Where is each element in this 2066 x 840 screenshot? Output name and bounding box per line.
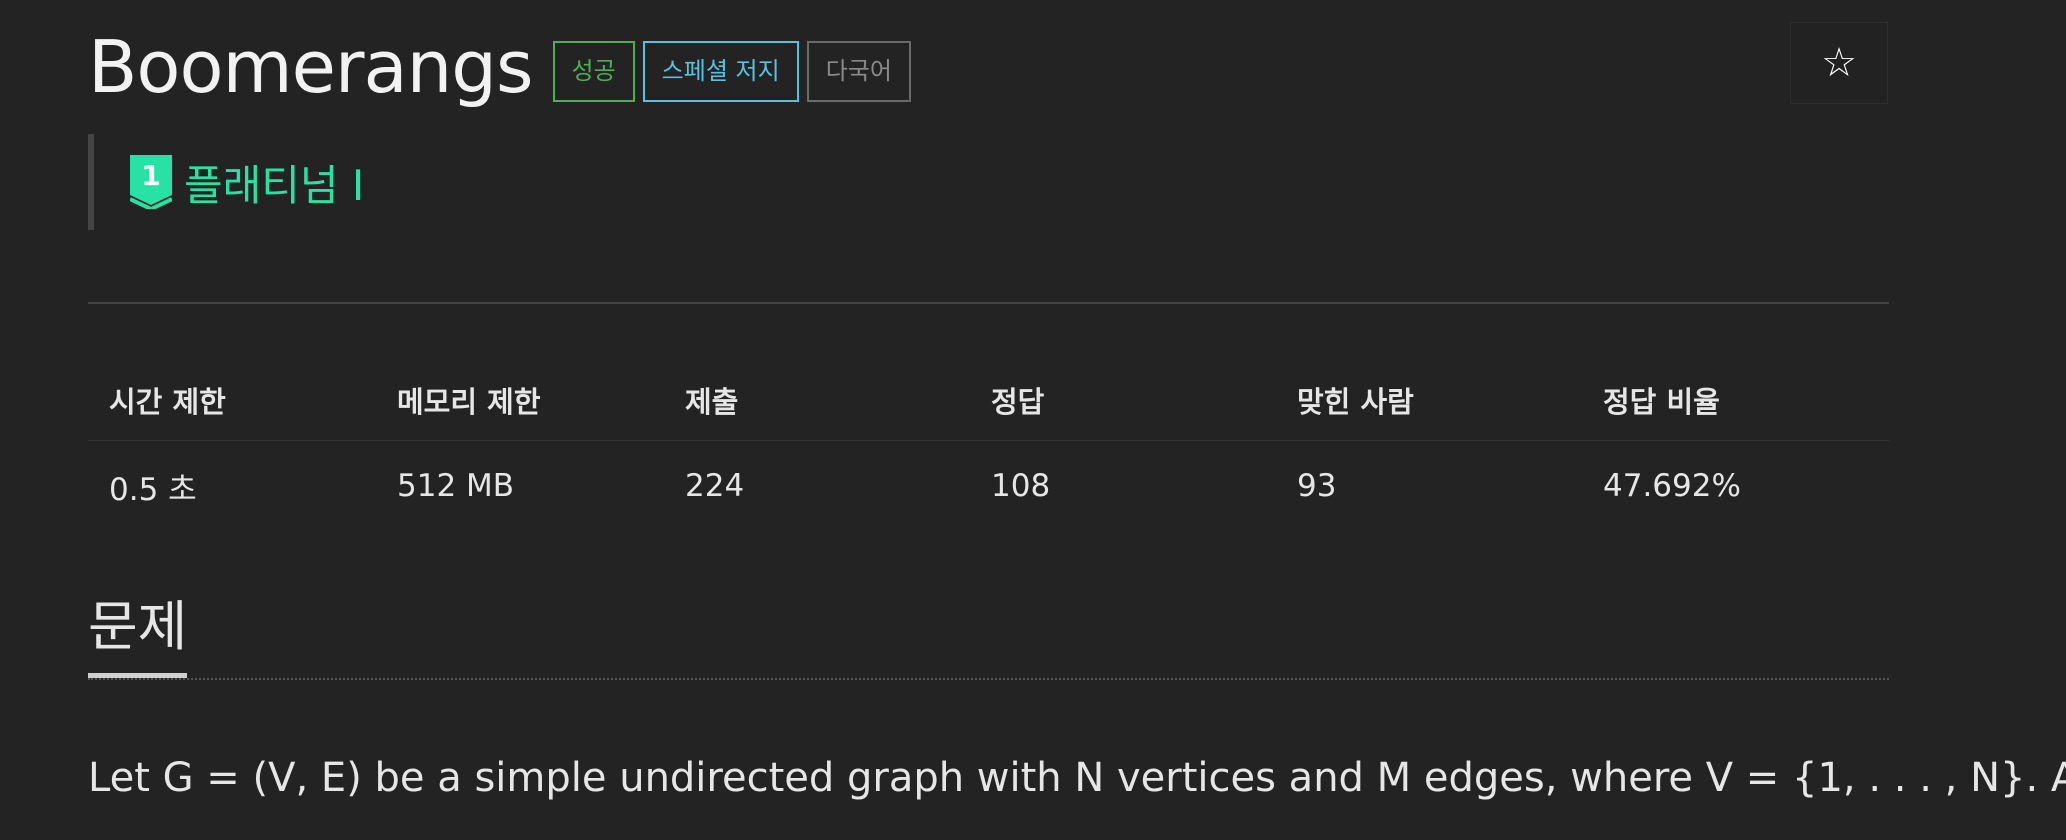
- problem-section-header: 문제: [88, 586, 1889, 680]
- tier-icon-number: 1: [141, 159, 160, 192]
- platinum-tier-icon: 1: [130, 155, 172, 209]
- special-judge-label[interactable]: 스페셜 저지: [642, 41, 799, 102]
- header-memory-limit: 메모리 제한: [376, 360, 664, 441]
- tier-name[interactable]: 플래티넘 I: [184, 152, 364, 213]
- table-row: 0.5 초 512 MB 224 108 93 47.692%: [88, 441, 1889, 532]
- submissions-value: 224: [685, 468, 745, 504]
- problem-page: Boomerangs 성공 스페셜 저지 다국어 ☆ 1 플래티넘 I 시간 제…: [0, 0, 2066, 840]
- problem-title: Boomerangs: [88, 25, 533, 109]
- memory-limit-value: 512 MB: [397, 468, 515, 504]
- header-submissions: 제출: [664, 360, 970, 441]
- problem-labels: 성공 스페셜 저지 다국어: [552, 41, 911, 102]
- header-solved-users: 맞힌 사람: [1276, 360, 1582, 441]
- problem-description: Let G = (V, E) be a simple undirected gr…: [88, 755, 2066, 801]
- table-header-row: 시간 제한 메모리 제한 제출 정답 맞힌 사람 정답 비율: [88, 360, 1889, 441]
- success-label[interactable]: 성공: [552, 41, 635, 102]
- header-accepted: 정답: [970, 360, 1276, 441]
- title-row: Boomerangs 성공 스페셜 저지 다국어: [88, 22, 911, 112]
- accept-ratio-value: 47.692%: [1603, 468, 1741, 504]
- divider: [88, 302, 1889, 304]
- header-accept-ratio: 정답 비율: [1582, 360, 1889, 441]
- multilang-label[interactable]: 다국어: [806, 41, 911, 102]
- time-limit-value: 0.5 초: [109, 471, 197, 508]
- tier-block: 1 플래티넘 I: [88, 134, 488, 230]
- section-title: 문제: [88, 587, 188, 678]
- solved-users-value: 93: [1297, 468, 1337, 504]
- header-time-limit: 시간 제한: [88, 360, 376, 441]
- problem-info-table: 시간 제한 메모리 제한 제출 정답 맞힌 사람 정답 비율 0.5 초 512…: [88, 360, 1889, 531]
- favorite-button[interactable]: ☆: [1790, 22, 1888, 104]
- accepted-value: 108: [991, 468, 1051, 504]
- star-icon: ☆: [1821, 40, 1857, 86]
